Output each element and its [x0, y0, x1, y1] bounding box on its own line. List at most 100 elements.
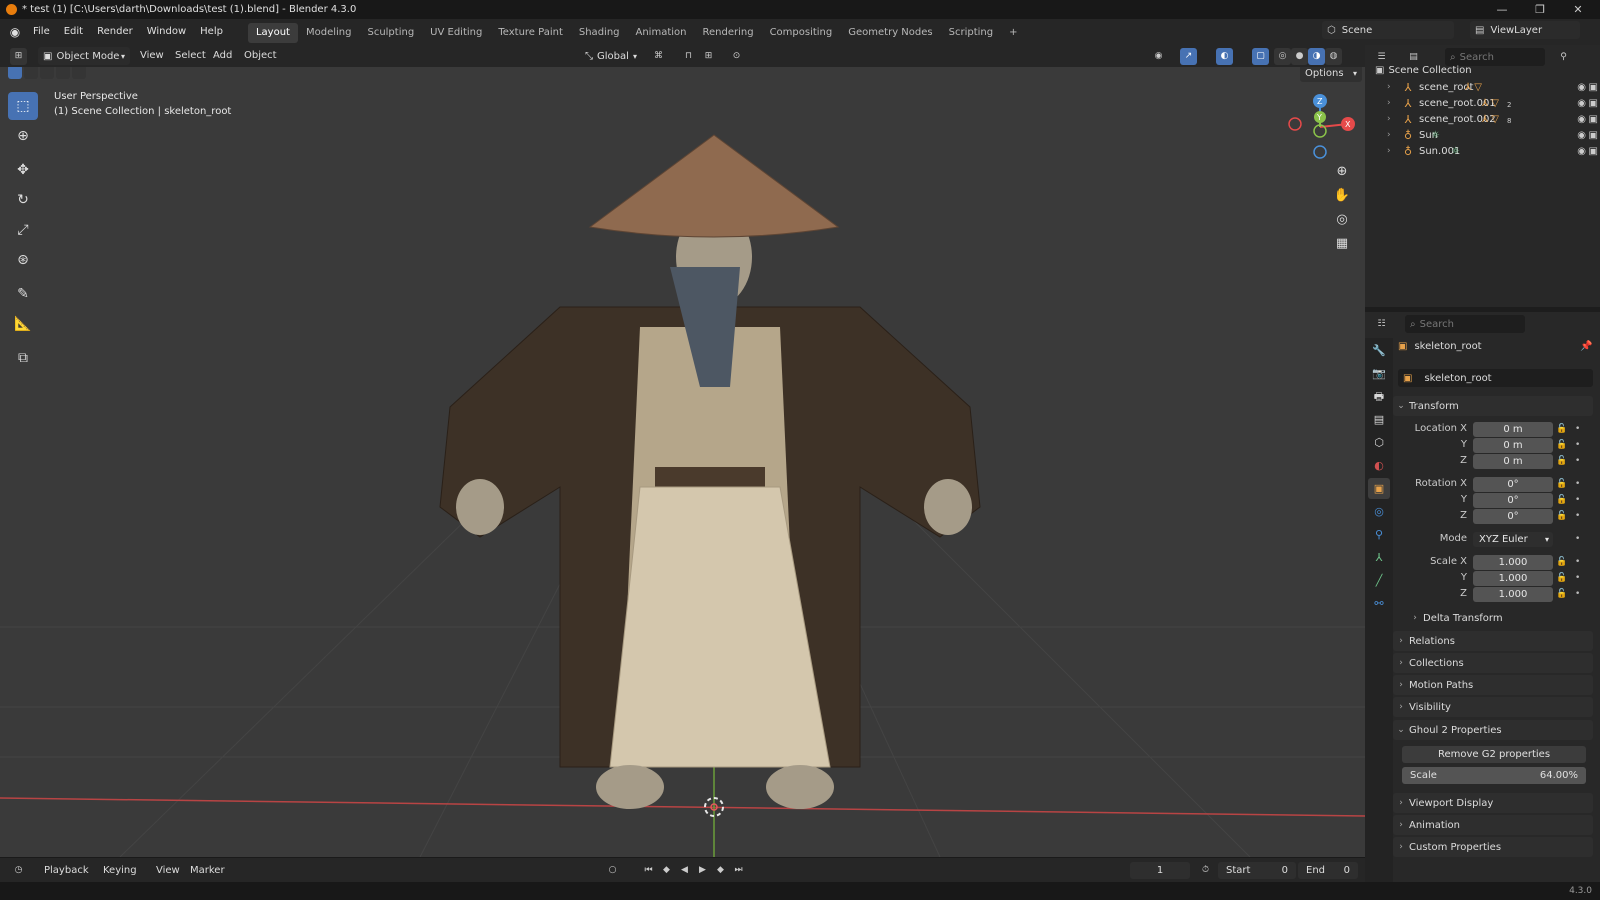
blender-menu-icon[interactable]: ◉	[4, 25, 26, 39]
eye-icon[interactable]: ◉	[1577, 130, 1586, 141]
tool-tab-icon[interactable]: 🔧	[1368, 340, 1390, 361]
lock-icon[interactable]: 🔓	[1556, 440, 1567, 450]
viewport-display-panel-header[interactable]: › Viewport Display	[1393, 793, 1593, 813]
outliner-item-sun[interactable]: › ♁ Sun ☼ ◉ ▣	[1365, 127, 1600, 143]
custom-properties-panel-header[interactable]: › Custom Properties	[1393, 837, 1593, 857]
expand-chevron-icon[interactable]: ›	[1387, 146, 1397, 156]
gizmo-neg-x-axis[interactable]	[1288, 117, 1302, 131]
relations-panel-header[interactable]: › Relations	[1393, 631, 1593, 651]
tab-animation[interactable]: Animation	[628, 23, 695, 43]
minimize-button[interactable]: —	[1484, 0, 1520, 19]
camera-icon[interactable]: ▣	[1589, 130, 1598, 141]
tab-rendering[interactable]: Rendering	[694, 23, 761, 43]
jump-keyframe-forward-icon[interactable]: ◆	[712, 862, 729, 879]
expand-chevron-icon[interactable]: ›	[1387, 130, 1397, 140]
scale-z-field[interactable]: 1.000	[1473, 587, 1553, 602]
transform-panel-header[interactable]: ⌄ Transform	[1393, 396, 1593, 416]
view-layer-selector[interactable]: ▤ ViewLayer	[1470, 21, 1580, 39]
rotate-tool-icon[interactable]: ↻	[8, 186, 38, 214]
location-y-field[interactable]: 0 m	[1473, 438, 1553, 453]
expand-chevron-icon[interactable]: ›	[1387, 98, 1397, 108]
move-tool-icon[interactable]: ✥	[8, 156, 38, 184]
tab-sculpting[interactable]: Sculpting	[359, 23, 422, 43]
select-invert-icon[interactable]	[56, 67, 70, 79]
pin-icon[interactable]: 📌	[1580, 341, 1592, 352]
scale-tool-icon[interactable]: ⤢	[8, 216, 38, 244]
select-extend-icon[interactable]	[24, 67, 38, 79]
keyframe-dot-icon[interactable]: •	[1575, 534, 1580, 544]
camera-icon[interactable]: ▣	[1589, 114, 1598, 125]
lock-icon[interactable]: 🔓	[1556, 511, 1567, 521]
world-tab-icon[interactable]: ◐	[1368, 455, 1390, 476]
object-name-field[interactable]: ▣ skeleton_root	[1398, 369, 1593, 387]
properties-search[interactable]: ⌕ Search	[1405, 315, 1525, 333]
xray-toggle-icon[interactable]: ▢	[1252, 48, 1269, 65]
animation-panel-header[interactable]: › Animation	[1393, 815, 1593, 835]
menu-edit[interactable]: Edit	[57, 19, 90, 45]
data-tab-icon[interactable]: ⅄	[1368, 547, 1390, 568]
bone-tab-icon[interactable]: ╱	[1368, 570, 1390, 591]
delta-transform-subpanel[interactable]: › Delta Transform	[1407, 608, 1593, 628]
select-subtract-icon[interactable]	[40, 67, 54, 79]
3d-viewport[interactable]: User Perspective (1) Scene Collection | …	[0, 67, 1365, 857]
tab-shading[interactable]: Shading	[571, 23, 628, 43]
eye-icon[interactable]: ◉	[1577, 146, 1586, 157]
scale-y-field[interactable]: 1.000	[1473, 571, 1553, 586]
tab-texture-paint[interactable]: Texture Paint	[490, 23, 571, 43]
gizmo-toggle-icon[interactable]: ↗	[1180, 48, 1197, 65]
wireframe-shading-icon[interactable]: ◎	[1274, 48, 1291, 65]
bone-constraint-tab-icon[interactable]: ⚯	[1368, 593, 1390, 614]
keyframe-dot-icon[interactable]: •	[1575, 557, 1580, 567]
menu-window[interactable]: Window	[140, 19, 193, 45]
tab-scripting[interactable]: Scripting	[941, 23, 1001, 43]
keyframe-dot-icon[interactable]: •	[1575, 456, 1580, 466]
collections-panel-header[interactable]: › Collections	[1393, 653, 1593, 673]
stopwatch-icon[interactable]: ⏱	[1197, 862, 1214, 879]
menu-help[interactable]: Help	[193, 19, 230, 45]
editor-type-icon[interactable]: ⊞	[10, 48, 27, 65]
tab-uv-editing[interactable]: UV Editing	[422, 23, 490, 43]
snap-target-icon[interactable]: ⊞	[700, 48, 717, 65]
lock-icon[interactable]: 🔓	[1556, 479, 1567, 489]
ortho-grid-icon[interactable]: ▦	[1330, 231, 1354, 255]
lock-icon[interactable]: 🔓	[1556, 456, 1567, 466]
select-box-tool-icon[interactable]: ⬚	[8, 92, 38, 120]
tab-layout[interactable]: Layout	[247, 23, 298, 43]
cursor-tool-icon[interactable]: ⊕	[8, 122, 38, 150]
scene-tab-icon[interactable]: ⬡	[1368, 432, 1390, 453]
menu-marker[interactable]: Marker	[190, 858, 225, 883]
material-shading-icon[interactable]: ◑	[1308, 48, 1325, 65]
tab-geometry-nodes[interactable]: Geometry Nodes	[840, 23, 940, 43]
menu-keying[interactable]: Keying	[103, 858, 137, 883]
jump-start-icon[interactable]: ⏮	[640, 862, 657, 879]
select-intersect-icon[interactable]	[72, 67, 86, 79]
menu-timeline-view[interactable]: View	[156, 858, 180, 883]
timeline-editor-icon[interactable]: ◷	[10, 862, 27, 879]
keyframe-dot-icon[interactable]: •	[1575, 573, 1580, 583]
pan-hand-icon[interactable]: ✋	[1330, 183, 1354, 207]
camera-icon[interactable]: ▣	[1589, 82, 1598, 93]
location-z-field[interactable]: 0 m	[1473, 454, 1553, 469]
tab-modeling[interactable]: Modeling	[298, 23, 360, 43]
transform-tool-icon[interactable]: ⊛	[8, 246, 38, 274]
location-x-field[interactable]: 0 m	[1473, 422, 1553, 437]
keyframe-dot-icon[interactable]: •	[1575, 589, 1580, 599]
proportional-edit-icon[interactable]: ⊙	[728, 48, 745, 65]
keyframe-dot-icon[interactable]: •	[1575, 511, 1580, 521]
play-icon[interactable]: ▶	[694, 862, 711, 879]
motion-paths-panel-header[interactable]: › Motion Paths	[1393, 675, 1593, 695]
play-reverse-icon[interactable]: ◀	[676, 862, 693, 879]
physics-tab-icon[interactable]: ◎	[1368, 501, 1390, 522]
eye-icon[interactable]: ◉	[1577, 98, 1586, 109]
camera-view-icon[interactable]: ◎	[1330, 207, 1354, 231]
mode-selector[interactable]: ▣ Object Mode ▾	[38, 47, 130, 65]
jump-end-icon[interactable]: ⏭	[730, 862, 747, 879]
lock-icon[interactable]: 🔓	[1556, 495, 1567, 505]
lock-icon[interactable]: 🔓	[1556, 557, 1567, 567]
constraints-tab-icon[interactable]: ⚲	[1368, 524, 1390, 545]
keyframe-dot-icon[interactable]: •	[1575, 479, 1580, 489]
rotation-y-field[interactable]: 0°	[1473, 493, 1553, 508]
lock-icon[interactable]: 🔓	[1556, 589, 1567, 599]
outliner-scene-collection[interactable]: ▣ Scene Collection	[1365, 62, 1600, 78]
current-frame-field[interactable]: 1	[1130, 862, 1190, 879]
